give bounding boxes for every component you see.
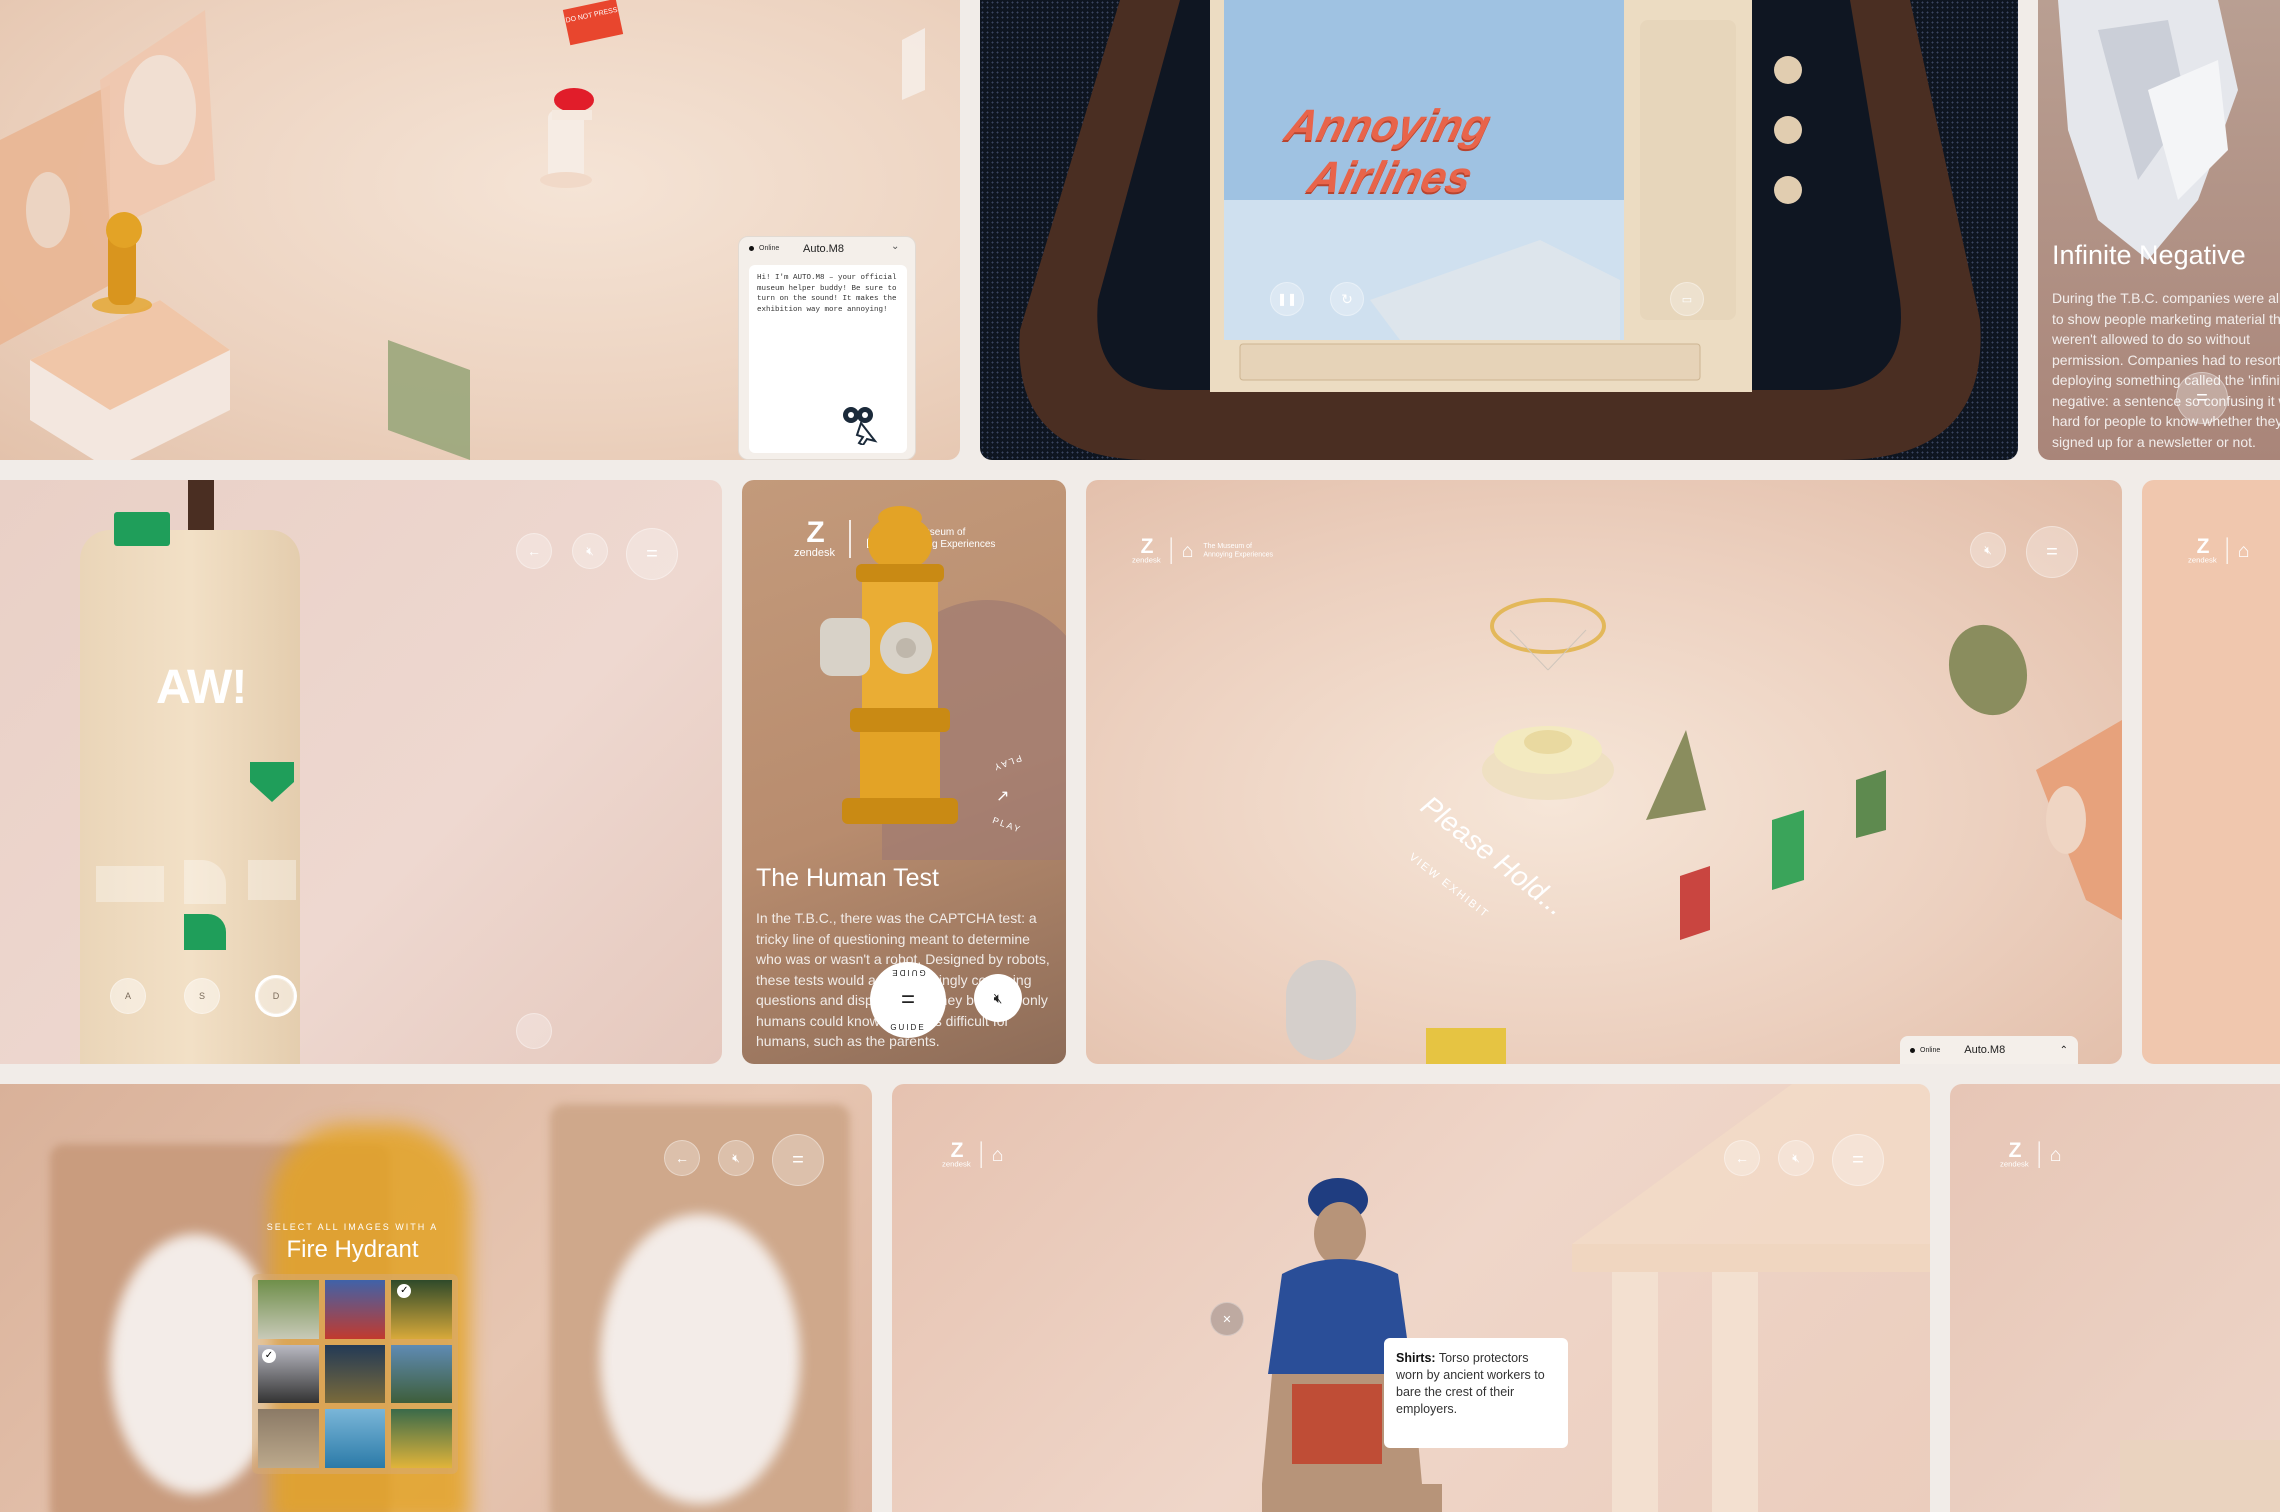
captcha-image[interactable] <box>324 1280 386 1339</box>
captcha-image[interactable] <box>391 1344 452 1404</box>
guide-button[interactable]: GUIDE = GUIDE <box>870 962 946 1038</box>
replay-button[interactable]: ↻ <box>1330 282 1364 316</box>
chat-name: Auto.M8 <box>1964 1044 2006 1056</box>
key-slot <box>248 860 296 900</box>
arrow-up-right-icon[interactable]: ↗ <box>996 786 1009 806</box>
captcha-image[interactable] <box>324 1344 386 1404</box>
back-button[interactable] <box>516 1013 552 1049</box>
captcha-subtitle: SELECT ALL IMAGES WITH A <box>266 1222 439 1232</box>
check-icon: ✓ <box>262 1348 276 1363</box>
chat-widget-collapsed[interactable]: Online Auto.M8 ⌃ <box>1900 1036 2078 1064</box>
chat-status: Online <box>1920 1046 1941 1054</box>
mute-button[interactable]: 🔇︎ <box>1778 1140 1814 1176</box>
aw-text: AW! <box>156 661 247 714</box>
menu-button[interactable]: = <box>772 1134 824 1186</box>
exhibit-title: The Human Test <box>756 864 939 892</box>
menu-button[interactable]: = <box>2026 526 2078 578</box>
green-tab <box>114 512 170 546</box>
captcha-image-selected[interactable]: ✓ <box>258 1344 319 1404</box>
back-arrow-icon[interactable]: ← <box>664 1140 700 1176</box>
please-hold-tile[interactable]: Zzendesk ⌂ The Museum of Annoying Experi… <box>1086 480 2122 1064</box>
brand-logo: Zzendesk ⌂ <box>2188 534 2250 565</box>
airplane-window-frame <box>1019 0 1981 460</box>
menu-button[interactable]: = <box>626 528 678 580</box>
captions-button[interactable]: ▭ <box>1670 282 1704 316</box>
close-button[interactable]: ✕ <box>1210 1302 1244 1336</box>
captcha-image[interactable] <box>391 1409 452 1468</box>
annoying-airlines-title: Annoying Airlines <box>1280 101 1496 202</box>
thinker-tile[interactable]: Zzendesk ⌂ ✕ Shirts: Torso protectors wo… <box>892 1084 1930 1512</box>
green-key <box>184 914 226 950</box>
mute-button[interactable]: 🔇︎ <box>718 1140 754 1176</box>
chat-widget[interactable]: Online Auto.M8 ⌄ Hi! I'm AUTO.M8 – your … <box>738 236 916 460</box>
captcha-grid[interactable]: ✓ ✓ <box>252 1274 458 1474</box>
museum-dome-icon: ⌂ <box>2049 1143 2062 1165</box>
mute-button[interactable]: 🔇︎ <box>572 533 608 569</box>
chat-name: Auto.M8 <box>803 243 844 255</box>
pause-button[interactable]: ❚❚ <box>1270 282 1304 316</box>
captcha-image[interactable] <box>258 1409 319 1468</box>
annoying-airlines-tile[interactable]: Annoying Airlines ❚❚ ↻ ▭ <box>980 0 2018 460</box>
captcha-image[interactable] <box>324 1409 386 1468</box>
mute-button[interactable]: 🔇︎ <box>1970 532 2006 568</box>
key-d-button[interactable]: D <box>258 978 294 1014</box>
fire-hydrant-sculpture <box>820 506 958 824</box>
chat-status: Online <box>749 245 779 252</box>
key-a-button[interactable]: A <box>110 978 146 1014</box>
caption-card: Shirts: Torso protectors worn by ancient… <box>1384 1338 1568 1448</box>
human-test-tile[interactable]: Zzendesk ⌂ The Museum of Annoying Experi… <box>742 480 1066 1064</box>
check-icon: ✓ <box>397 1284 412 1298</box>
back-arrow-icon[interactable]: ← <box>1724 1140 1760 1176</box>
back-arrow-icon[interactable]: ← <box>516 533 552 569</box>
captcha-image-selected[interactable]: ✓ <box>391 1280 452 1339</box>
exhibit-title: Infinite Negative <box>2052 240 2246 270</box>
mute-button[interactable]: 🔇︎ <box>974 974 1022 1022</box>
key-slot <box>96 866 164 902</box>
infinite-negative-tile[interactable]: Infinite Negative During the T.B.C. comp… <box>2038 0 2280 460</box>
exhibit-room-tile[interactable]: DO NOT PRESS Online Auto.M8 ⌄ Hi! I'm AU… <box>0 0 960 460</box>
chat-body: Hi! I'm AUTO.M8 – your official museum h… <box>749 265 907 453</box>
key-s-button[interactable]: S <box>184 978 220 1014</box>
captcha-image[interactable] <box>258 1280 319 1339</box>
chevron-down-icon[interactable]: ⌄ <box>891 241 899 252</box>
columns-tile[interactable]: Zzendesk ⌂ <box>1950 1084 2280 1512</box>
chat-message: Hi! I'm AUTO.M8 – your official museum h… <box>757 274 897 314</box>
green-down-arrow-icon <box>250 762 294 802</box>
menu-button[interactable]: = <box>1832 1134 1884 1186</box>
captcha-tile[interactable]: SELECT ALL IMAGES WITH A Fire Hydrant ✓ … <box>0 1084 872 1512</box>
museum-dome-icon: ⌂ <box>2237 539 2250 561</box>
auto-m8-robot-icon <box>843 407 878 445</box>
peach-exhibit-tile[interactable]: Zzendesk ⌂ <box>2142 480 2280 1064</box>
caption-label: Shirts: <box>1396 1351 1436 1365</box>
column-ledge <box>2120 1440 2280 1512</box>
aw-machine-tile[interactable]: AW! A S D ← 🔇︎ = <box>0 480 722 1064</box>
exhibit-body: During the T.B.C. companies were allowed… <box>2052 290 2280 450</box>
hold-scene <box>1286 598 2122 1064</box>
menu-button[interactable]: = <box>2176 372 2228 424</box>
brand-logo: Zzendesk ⌂ <box>2000 1138 2062 1169</box>
chevron-up-icon[interactable]: ⌃ <box>2060 1045 2068 1056</box>
captcha-title: Fire Hydrant <box>286 1236 419 1263</box>
